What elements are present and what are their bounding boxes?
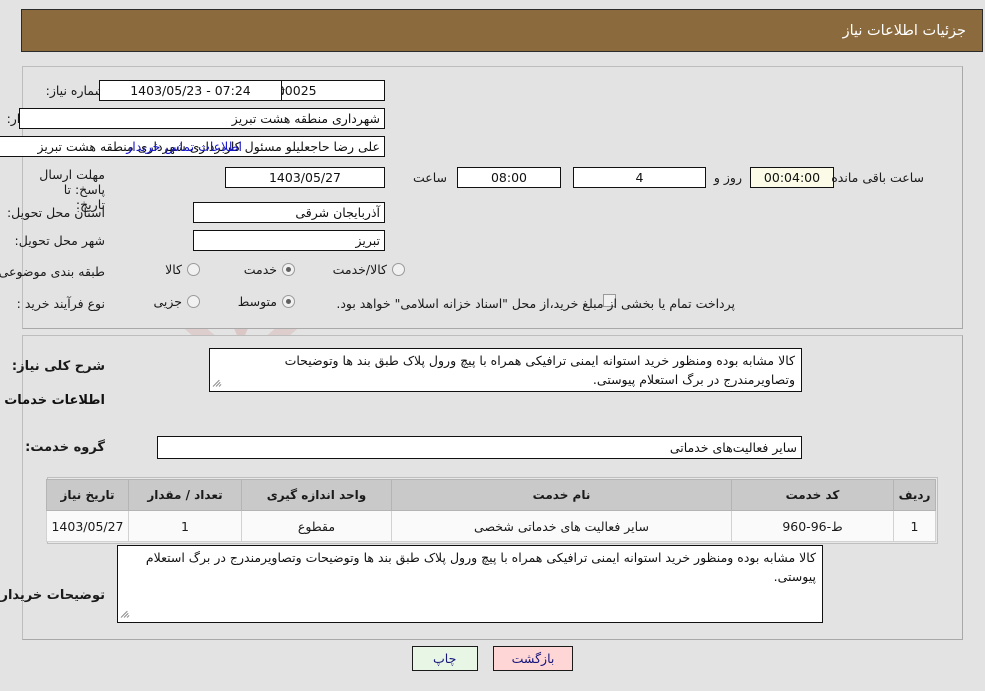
cell-name: سایر فعالیت های خدماتی شخصی [391,510,732,542]
radio-label-motevasset: متوسط [237,294,277,309]
resize-handle-icon-2[interactable] [120,609,132,621]
th-qty: تعداد / مقدار [128,479,242,511]
page-title: جزئیات اطلاعات نیاز [842,22,966,39]
radio-icon-motevasset[interactable] [282,295,295,308]
need-description-value[interactable]: کالا مشابه بوده ومنظور خرید استوانه ایمن… [209,348,802,392]
cell-radif: 1 [893,510,936,542]
radio-icon-khedmat[interactable] [282,263,295,276]
city-value: تبریز [193,230,385,251]
cell-code: ط-96-960 [731,510,894,542]
th-radif: ردیف [893,479,936,511]
need-info-panel [22,66,963,329]
province-label: استان محل تحویل: [6,205,105,220]
buyer-notes-text: کالا مشابه بوده ومنظور خرید استوانه ایمن… [145,550,816,584]
hour-label: ساعت [412,170,447,185]
days-unit-label: روز و [713,170,742,185]
islamic-treasury-label: پرداخت تمام یا بخشی از مبلغ خرید،از محل … [336,296,735,311]
remaining-time-label: ساعت باقی مانده [831,170,924,185]
button-bar: بازگشت چاپ [0,646,985,671]
remaining-days-value: 4 [573,167,706,188]
category-label: طبقه بندی موضوعی: [0,264,105,279]
deadline-date-value: 1403/05/27 [225,167,385,188]
need-number-label: شماره نیاز: [45,83,105,98]
th-name: نام خدمت [391,479,732,511]
resize-handle-icon[interactable] [212,378,224,390]
radio-icon-kala-khedmat[interactable] [392,263,405,276]
remaining-time-value: 00:04:00 [750,167,834,188]
buyer-notes-label: توضیحات خریدار: [0,588,105,603]
radio-icon-kala[interactable] [187,263,200,276]
public-announce-value: 07:24 - 1403/05/23 [99,80,282,101]
radio-label-kala-khedmat: کالا/خدمت [332,262,387,277]
city-label: شهر محل تحویل: [14,233,105,248]
services-table-wrapper: ردیف کد خدمت نام خدمت واحد اندازه گیری ت… [46,477,938,544]
th-unit: واحد اندازه گیری [241,479,392,511]
services-section-heading: اطلاعات خدمات مورد نیاز [0,393,105,408]
th-date: تاریخ نیاز [46,479,129,511]
radio-icon-jozii[interactable] [187,295,200,308]
radio-label-kala: کالا [165,262,182,277]
cell-qty: 1 [128,510,242,542]
radio-process-jozii[interactable]: جزیی [153,294,200,309]
radio-label-jozii: جزیی [153,294,182,309]
province-value: آذربایجان شرقی [193,202,385,223]
service-group-label: گروه خدمت: [25,440,105,455]
table-header-row: ردیف کد خدمت نام خدمت واحد اندازه گیری ت… [46,479,936,511]
radio-category-kala-khedmat[interactable]: کالا/خدمت [333,262,405,277]
buyer-contact-link[interactable]: اطلاعات تماس خریدار [126,139,242,154]
need-description-text: کالا مشابه بوده ومنظور خرید استوانه ایمن… [284,353,795,387]
deadline-time-value: 08:00 [457,167,561,188]
cell-unit: مقطوع [241,510,392,542]
buyer-org-value: شهرداری منطقه هشت تبریز [19,108,385,129]
service-group-value: سایر فعالیت‌های خدماتی [157,436,802,459]
th-code: کد خدمت [731,479,894,511]
table-row: 1 ط-96-960 سایر فعالیت های خدماتی شخصی م… [46,510,936,542]
page-header: جزئیات اطلاعات نیاز [21,9,983,52]
buyer-notes-value[interactable]: کالا مشابه بوده ومنظور خرید استوانه ایمن… [117,545,823,623]
radio-label-khedmat: خدمت [243,262,277,277]
back-button[interactable]: بازگشت [492,646,574,671]
process-label: نوع فرآیند خرید : [16,296,105,311]
cell-date: 1403/05/27 [46,510,129,542]
print-button[interactable]: چاپ [411,646,478,671]
radio-category-khedmat[interactable]: خدمت [244,262,295,277]
radio-process-motevasset[interactable]: متوسط [238,294,295,309]
radio-category-kala[interactable]: کالا [165,262,200,277]
services-table: ردیف کد خدمت نام خدمت واحد اندازه گیری ت… [46,479,936,542]
need-description-label: شرح کلی نیاز: [11,359,105,374]
